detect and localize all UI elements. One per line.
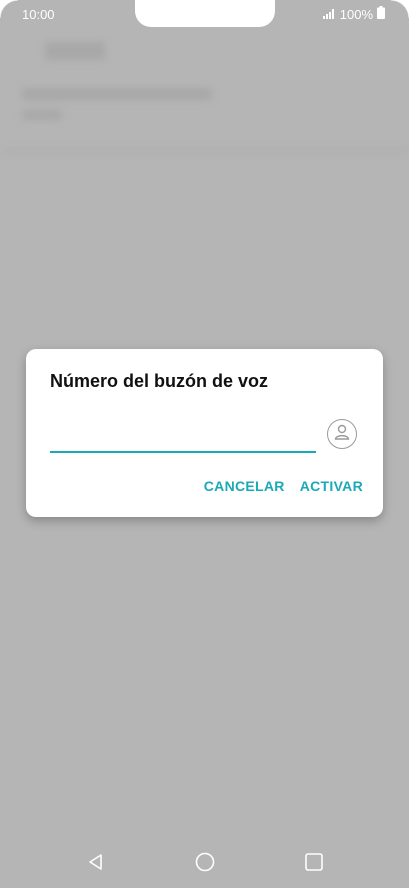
battery-icon: [377, 6, 385, 22]
activate-button[interactable]: ACTIVAR: [300, 478, 363, 494]
voicemail-number-input[interactable]: [50, 421, 320, 453]
background-placeholder: [45, 42, 105, 60]
contact-picker-button[interactable]: [327, 419, 357, 449]
status-bar: 10:00 100%: [0, 0, 409, 30]
back-icon[interactable]: [84, 850, 108, 874]
background-divider: [0, 150, 409, 152]
background-placeholder: [22, 88, 212, 100]
status-indicators: 100%: [322, 6, 385, 22]
voicemail-number-dialog: Número del buzón de voz CANCELAR ACTIVAR: [26, 349, 383, 517]
navigation-bar: [0, 838, 409, 888]
signal-icon: [322, 7, 336, 22]
background-content: [0, 30, 409, 330]
status-time: 10:00: [22, 7, 55, 22]
dialog-title: Número del buzón de voz: [50, 371, 269, 391]
voicemail-number-field: [50, 421, 320, 453]
recents-icon[interactable]: [302, 850, 326, 874]
background-placeholder: [22, 110, 62, 120]
cancel-button[interactable]: CANCELAR: [204, 478, 285, 494]
dialog-actions: CANCELAR ACTIVAR: [204, 478, 363, 494]
battery-percent: 100%: [339, 6, 373, 22]
contact-picker-icon: [333, 423, 351, 446]
home-icon[interactable]: [193, 850, 217, 874]
